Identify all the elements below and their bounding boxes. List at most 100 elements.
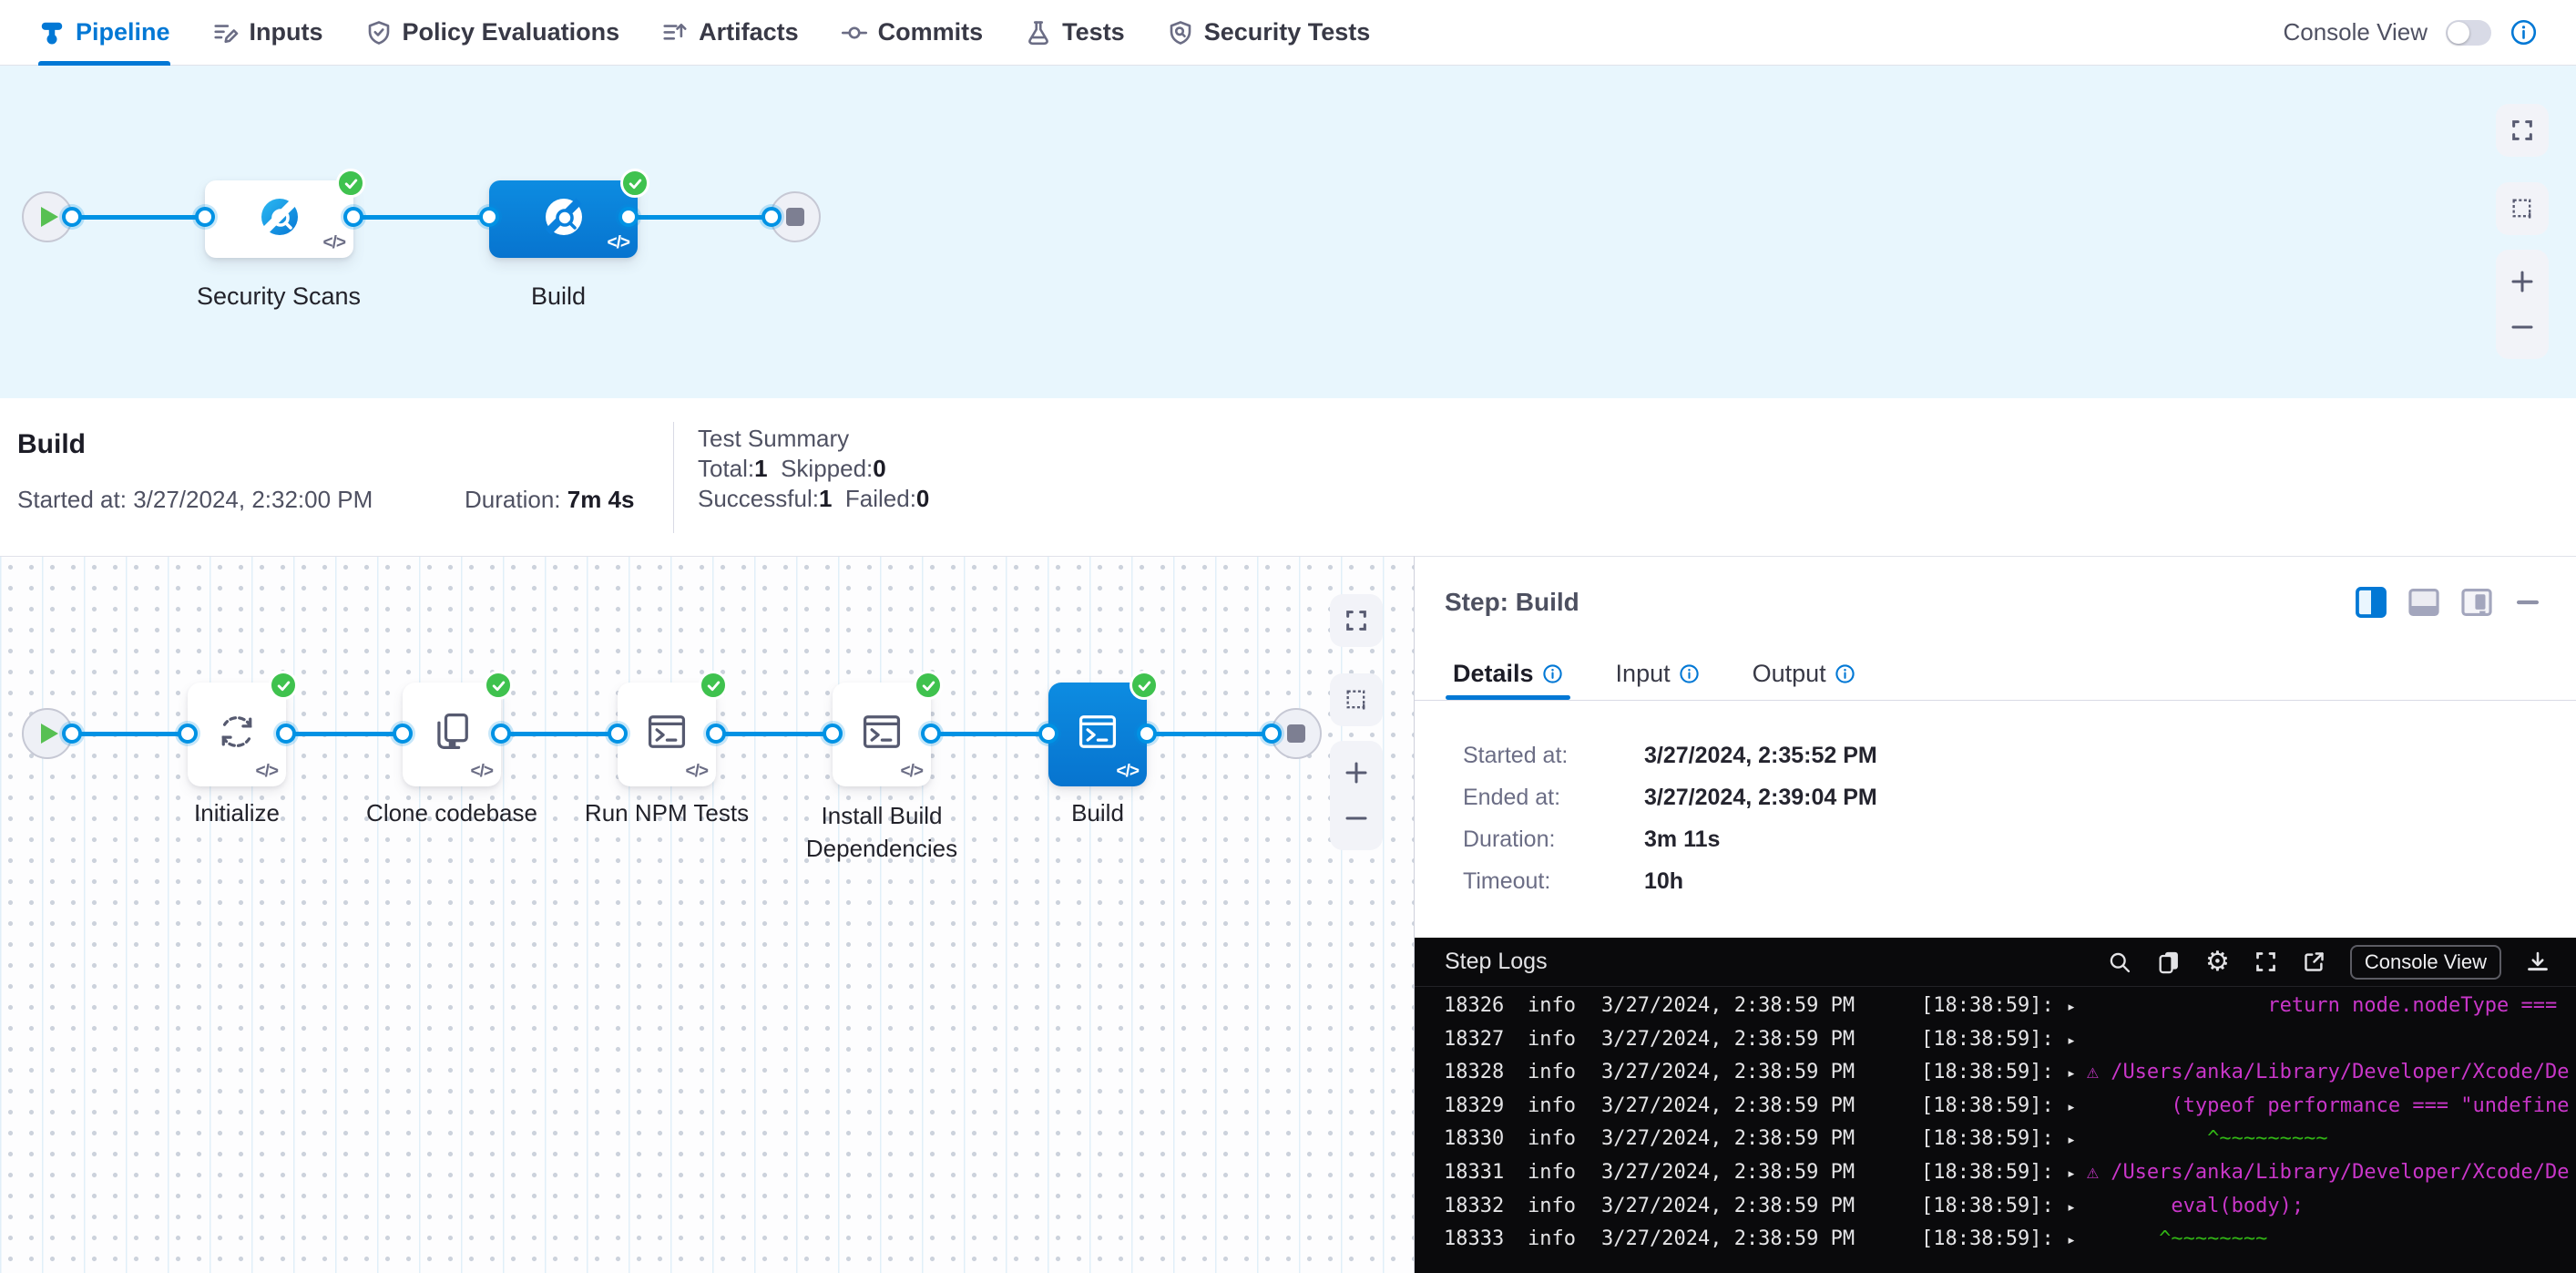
layout-floating-panel-icon[interactable] [2459, 585, 2494, 620]
gear-icon[interactable]: ⚙ [2205, 949, 2230, 976]
download-icon[interactable] [2525, 950, 2550, 975]
step-node-install-build-dependencies[interactable]: </> [833, 683, 931, 786]
expand-arrow-icon[interactable]: ▸ [2067, 1064, 2087, 1083]
expand-arrow-icon[interactable]: ▸ [2067, 1231, 2087, 1249]
layout-bottom-panel-icon[interactable] [2407, 585, 2441, 620]
successful-value: 1 [819, 485, 832, 512]
build-stage-icon [542, 195, 586, 239]
tab-input[interactable]: Input [1616, 648, 1700, 700]
started-value: 3/27/2024, 2:32:00 PM [133, 486, 373, 513]
tab-security-tests[interactable]: Security Tests [1167, 0, 1371, 66]
detail-row: Timeout: 10h [1463, 868, 2576, 895]
expand-arrow-icon[interactable]: ▸ [2067, 1032, 2087, 1050]
step-details-panel: Step: Build Details [1414, 556, 2576, 1273]
success-badge-icon [699, 671, 728, 700]
expand-arrow-icon[interactable]: ▸ [2067, 998, 2087, 1016]
step-label: Clone codebase [366, 799, 537, 827]
success-badge-icon [336, 169, 365, 198]
node-port [1038, 724, 1058, 744]
log-date: 3/27/2024, 2:38:59 PM [1601, 1195, 1854, 1217]
open-external-icon[interactable] [2302, 950, 2326, 974]
tab-commits[interactable]: Commits [841, 0, 984, 66]
expand-arrow-icon[interactable]: ▸ [2067, 1165, 2087, 1183]
detail-value: 3/27/2024, 2:35:52 PM [1644, 743, 1877, 769]
success-badge-icon [914, 671, 943, 700]
stage-node-build[interactable]: </> [489, 180, 638, 258]
tab-artifacts[interactable]: Artifacts [661, 0, 799, 66]
canvas-fullscreen-button[interactable] [2496, 104, 2549, 157]
tab-inputs[interactable]: Inputs [212, 0, 323, 66]
node-port [1262, 724, 1282, 744]
step-label: Build [1071, 799, 1124, 827]
duration-label: Duration: [465, 486, 561, 513]
step-node-build[interactable]: </> [1048, 683, 1147, 786]
code-glyph: </> [256, 762, 278, 782]
info-icon[interactable] [1542, 663, 1563, 684]
search-icon[interactable] [2107, 950, 2132, 975]
minimize-panel-icon[interactable] [2512, 587, 2543, 618]
canvas-fullscreen-button[interactable] [1330, 594, 1383, 647]
success-badge-icon [484, 671, 513, 700]
zoom-in-button[interactable] [2509, 268, 2536, 295]
console-view-button[interactable]: Console View [2350, 945, 2501, 980]
code-glyph: </> [608, 233, 629, 253]
log-timestamp: [18:38:59]: [1921, 1094, 2054, 1117]
log-timestamp: [18:38:59]: [1921, 994, 2054, 1017]
expand-arrow-icon[interactable]: ▸ [2067, 1098, 2087, 1116]
step-logs-header: Step Logs ⚙ Console View [1415, 938, 2576, 987]
commit-icon [841, 19, 868, 46]
step-node-run-npm-tests[interactable]: </> [618, 683, 716, 786]
tab-details[interactable]: Details [1453, 648, 1563, 700]
started-at: Started at: 3/27/2024, 2:32:00 PM [17, 486, 373, 514]
zoom-in-button[interactable] [1343, 759, 1370, 786]
step-label: Install Build Dependencies [768, 799, 996, 865]
info-icon[interactable] [1835, 663, 1855, 684]
zoom-out-button[interactable] [1343, 805, 1370, 832]
log-line-number: 18332 [1444, 1195, 1504, 1217]
log-level: info [1528, 1061, 1576, 1083]
log-date: 3/27/2024, 2:38:59 PM [1601, 1161, 1854, 1184]
play-icon [41, 207, 58, 227]
layout-right-panel-icon[interactable] [2354, 585, 2388, 620]
tab-pipeline[interactable]: Pipeline [38, 0, 170, 66]
log-level: info [1528, 1028, 1576, 1051]
fullscreen-icon[interactable] [2254, 950, 2278, 974]
info-icon[interactable] [1679, 663, 1700, 684]
detail-label: Ended at: [1463, 785, 1644, 811]
stage-graph-canvas[interactable]: </> Security Scans </> Build [0, 66, 2576, 398]
canvas-select-button[interactable] [2496, 182, 2549, 235]
expand-arrow-icon[interactable]: ▸ [2067, 1198, 2087, 1217]
node-port [921, 724, 941, 744]
tab-label: Artifacts [699, 18, 799, 46]
canvas-select-button[interactable] [1330, 673, 1383, 726]
zoom-out-button[interactable] [2509, 313, 2536, 341]
copy-icon[interactable] [2156, 950, 2182, 975]
tab-label: Inputs [250, 18, 323, 46]
step-node-initialize[interactable]: </> [188, 683, 286, 786]
tab-policy-evaluations[interactable]: Policy Evaluations [365, 0, 620, 66]
info-icon[interactable] [2510, 18, 2538, 46]
inputs-icon [212, 19, 240, 46]
detail-row: Ended at: 3/27/2024, 2:39:04 PM [1463, 785, 2576, 811]
node-port [178, 724, 198, 744]
stage-node-security-scans[interactable]: </> [205, 180, 353, 258]
tab-tests[interactable]: Tests [1025, 0, 1125, 66]
log-line: 18327info3/27/2024, 2:38:59 PM[18:38:59]… [1415, 1028, 2576, 1062]
code-glyph: </> [901, 762, 923, 782]
artifacts-icon [661, 19, 689, 46]
logs-body[interactable]: 18326info3/27/2024, 2:38:59 PM[18:38:59]… [1415, 987, 2576, 1273]
log-content: ^~~~~~~~~~ [2087, 1127, 2328, 1150]
step-node-clone-codebase[interactable]: </> [403, 683, 501, 786]
step-graph-canvas[interactable]: </> Initialize </> Clone codebase [0, 556, 1414, 1273]
terminal-step-icon [643, 708, 690, 755]
tab-output[interactable]: Output [1753, 648, 1855, 700]
log-level: info [1528, 1094, 1576, 1117]
shield-check-icon [365, 19, 393, 46]
tab-label: Tests [1062, 18, 1125, 46]
test-summary-title: Test Summary [698, 424, 929, 454]
tab-label: Details [1453, 660, 1534, 688]
expand-arrow-icon[interactable]: ▸ [2067, 1131, 2087, 1149]
console-view-toggle[interactable] [2446, 20, 2491, 46]
log-timestamp: [18:38:59]: [1921, 1195, 2054, 1217]
tab-label: Policy Evaluations [403, 18, 620, 46]
